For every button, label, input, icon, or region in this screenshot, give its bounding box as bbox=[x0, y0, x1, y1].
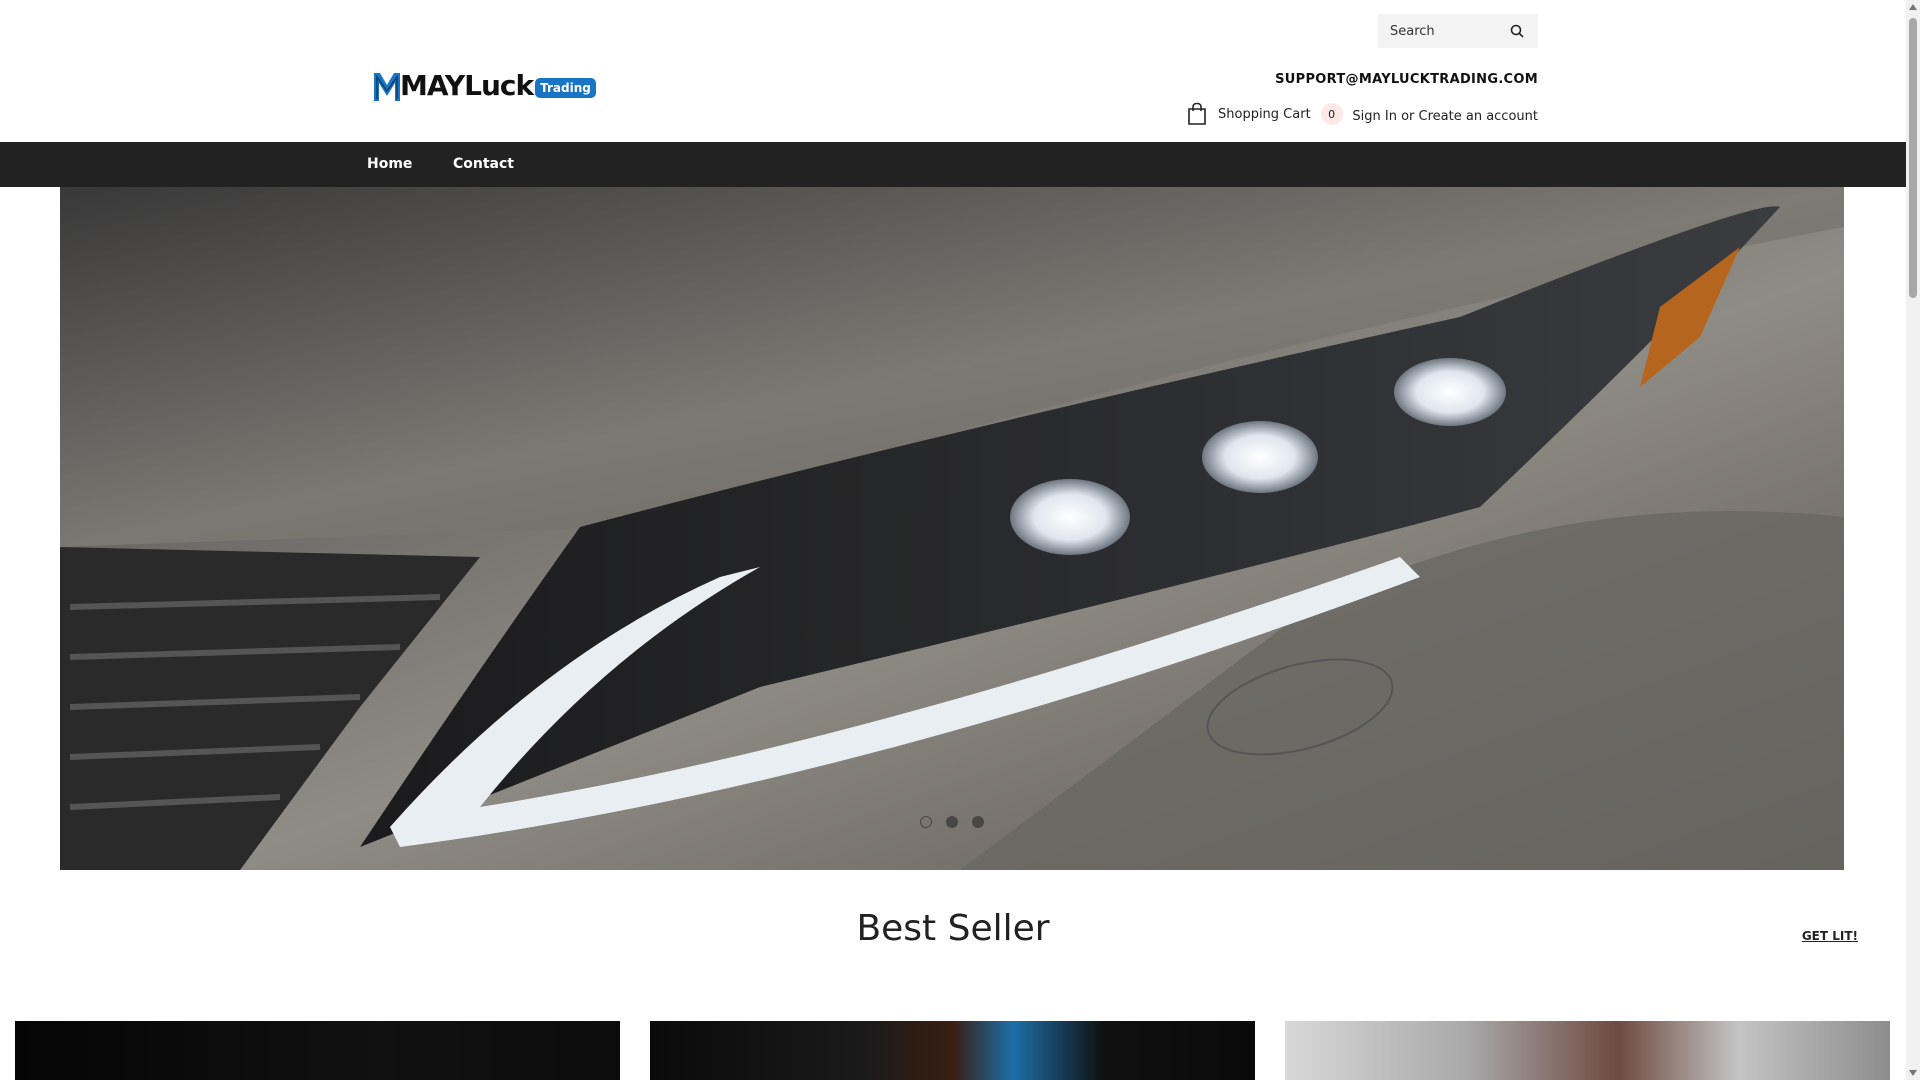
cart-count-badge: 0 bbox=[1320, 103, 1343, 125]
product-card[interactable] bbox=[15, 1021, 620, 1080]
page-scrollbar[interactable] bbox=[1906, 0, 1920, 1080]
cart-label: Shopping Cart bbox=[1218, 106, 1311, 122]
scroll-thumb[interactable] bbox=[1909, 18, 1917, 298]
nav-item-contact[interactable]: Contact bbox=[453, 142, 514, 187]
logo-wordmark: MAYLuck bbox=[400, 69, 534, 102]
shopping-bag-icon bbox=[1188, 102, 1206, 125]
product-card[interactable] bbox=[1285, 1021, 1890, 1080]
create-account-link[interactable]: Create an account bbox=[1419, 109, 1538, 124]
main-nav: Home Contact bbox=[0, 142, 1906, 187]
scroll-down-icon[interactable] bbox=[1909, 1070, 1917, 1076]
hero-slider[interactable] bbox=[60, 187, 1844, 870]
slider-dot-2[interactable] bbox=[946, 816, 958, 828]
scroll-up-icon[interactable] bbox=[1909, 4, 1917, 10]
hero-car-headlight-image bbox=[60, 187, 1844, 870]
sign-in-link[interactable]: Sign In bbox=[1352, 109, 1397, 124]
logo-m-icon bbox=[374, 73, 400, 101]
search-input[interactable] bbox=[1390, 23, 1508, 39]
best-seller-title: Best Seller bbox=[856, 908, 1050, 949]
account-links: Sign In or Create an account bbox=[1352, 109, 1538, 124]
site-logo[interactable]: MAYLuck Trading bbox=[372, 68, 596, 104]
nav-item-home[interactable]: Home bbox=[367, 142, 412, 187]
slider-dot-1[interactable] bbox=[920, 816, 932, 828]
account-separator: or bbox=[1401, 109, 1415, 124]
slider-dot-3[interactable] bbox=[972, 816, 984, 828]
search-box bbox=[1378, 14, 1538, 48]
get-lit-link[interactable]: GET LIT! bbox=[1802, 929, 1858, 943]
slider-dots bbox=[60, 816, 1844, 828]
support-email[interactable]: SUPPORT@MAYLUCKTRADING.COM bbox=[1275, 72, 1538, 87]
product-card[interactable] bbox=[650, 1021, 1255, 1080]
shopping-cart-link[interactable]: Shopping Cart 0 bbox=[1186, 102, 1343, 126]
search-icon[interactable] bbox=[1508, 22, 1526, 40]
logo-badge: Trading bbox=[535, 78, 596, 98]
